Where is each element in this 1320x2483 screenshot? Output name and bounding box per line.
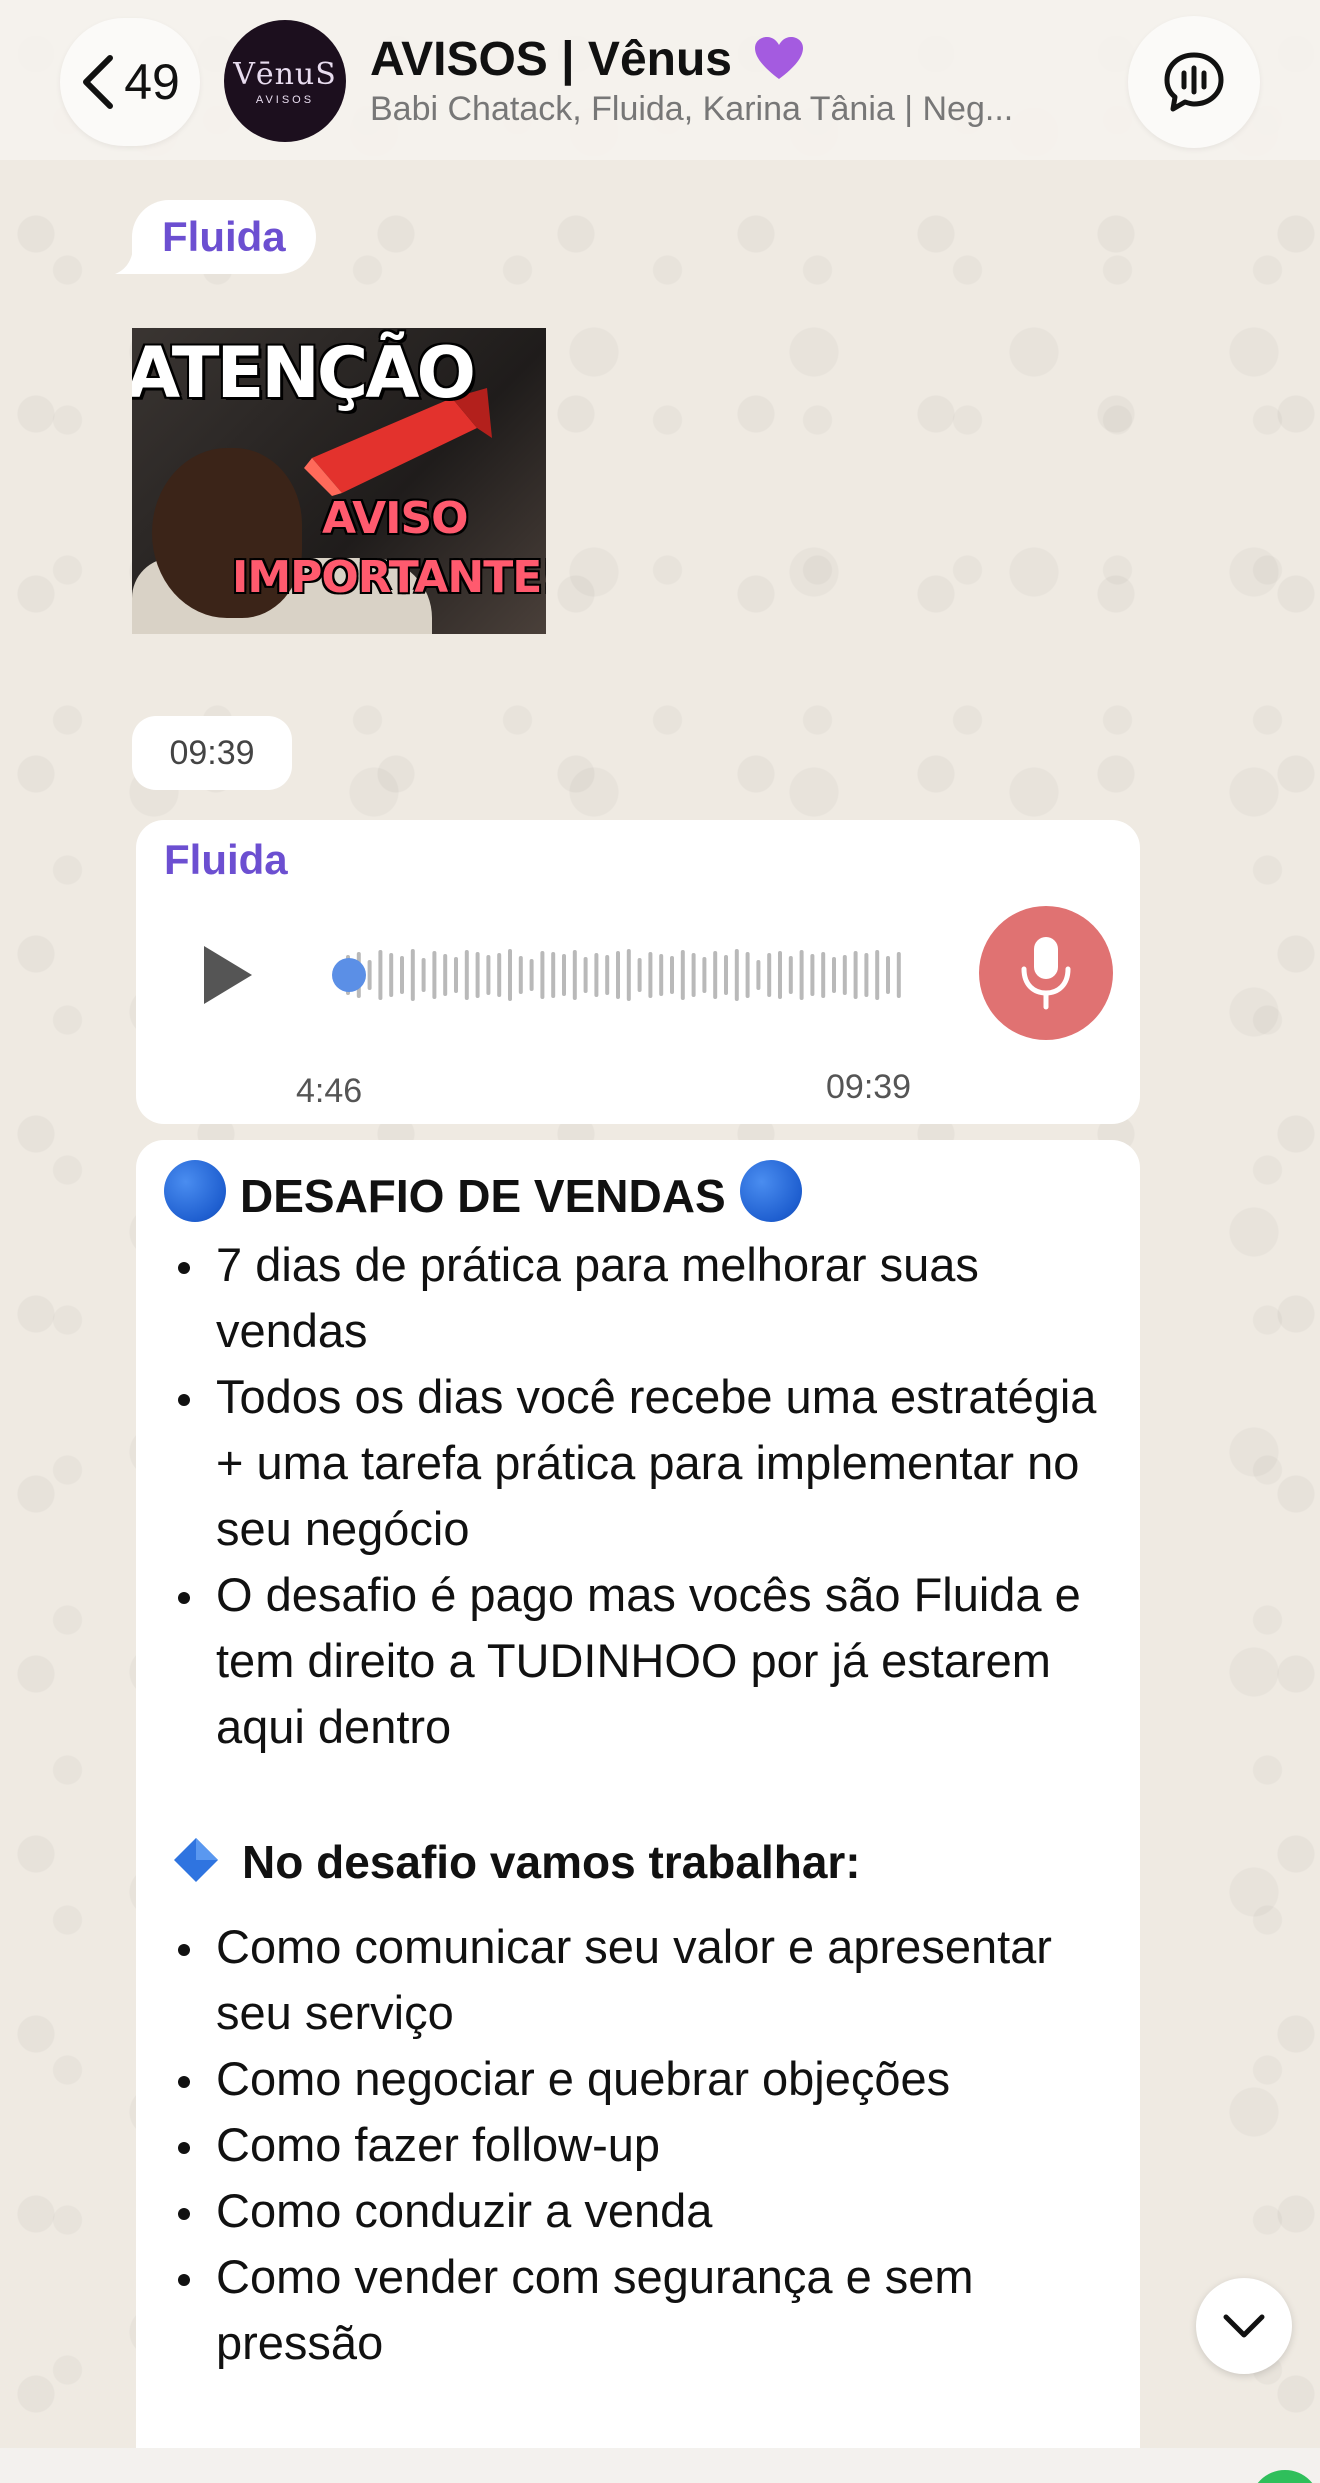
gif-caption-line2: IMPORTANTE!! [232,552,546,603]
waveform-bar [497,953,502,997]
blue-circle-icon [164,1160,226,1222]
waveform-bar [540,951,545,999]
waveform-bar [832,957,836,993]
waveform-bar [799,950,804,1000]
waveform-bar [637,958,642,992]
message-subheading-text: No desafio vamos trabalhar: [242,1836,861,1888]
back-button[interactable]: 49 [60,18,200,146]
message-subheading: No desafio vamos trabalhar: [172,1835,861,1889]
waveform-bar [788,956,793,994]
waveform-bar [745,952,750,998]
waveform-bar [778,951,782,999]
list-item: O desafio é pago mas vocês são Fluida e … [164,1562,1114,1760]
waveform-bar [400,956,404,994]
waveform-bar [896,952,901,998]
message-timestamp: 09:39 [132,716,292,790]
play-icon[interactable] [196,942,256,1008]
group-title[interactable]: AVISOS | Vênus [370,32,805,87]
waveform-bar [486,955,491,995]
sender-name[interactable]: Fluida [164,836,288,884]
waveform-bar [421,958,426,992]
waveform-bar [670,956,674,994]
waveform-bar [378,950,383,1000]
purple-heart-icon [755,37,804,79]
gif-caption-top: ATENÇÃO [132,332,476,414]
waveform-bar [691,953,696,997]
waveform-bar [508,949,512,1001]
group-title-text: AVISOS | Vênus [370,33,732,86]
audio-waves-speech-icon [1164,52,1224,112]
waveform-bar [767,953,772,997]
waveform-bar [886,956,890,994]
unread-count: 49 [124,54,180,110]
waveform-bar [734,949,739,1001]
avatar-logo-text: VēnuS [233,56,337,92]
chevron-down-icon [1223,2314,1265,2338]
list-item: Como negociar e quebrar objeções [164,2046,1114,2112]
waveform-bar [616,951,620,999]
waveform-bar [875,950,880,1000]
waveform-bar [454,957,458,993]
playback-progress-knob[interactable] [332,958,366,992]
waveform-bar [605,955,610,995]
message-timestamp: 09:39 [826,1068,912,1106]
waveform-bar [551,952,556,998]
waveform-bar [475,952,480,998]
microphone-icon [1021,937,1071,1010]
waveform-bar [389,953,394,997]
message-heading-text: DESAFIO DE VENDAS [240,1170,726,1222]
waveform-bar [529,959,534,991]
waveform-bar [410,949,415,1001]
message-heading: DESAFIO DE VENDAS [164,1160,802,1223]
voice-chat-button[interactable] [1128,16,1260,148]
waveform-bar [518,956,523,994]
group-avatar[interactable]: VēnuS AVISOS [224,20,346,142]
waveform-bar [842,955,847,995]
waveform-bar [443,954,448,996]
gif-caption-line1: AVISO [322,493,469,544]
waveform-bar [367,960,372,990]
waveform-bar [756,960,761,990]
waveform-bar [680,950,685,1000]
waveform-bar [572,950,577,1000]
waveform-bar [659,954,664,996]
list-item: Todos os dias você recebe uma estratégia… [164,1364,1114,1562]
waveform-bar [702,957,707,993]
list-item: 7 dias de prática para melhorar suas ven… [164,1232,1114,1364]
waveform-bar [724,955,728,995]
list-item: Como conduzir a venda [164,2178,1114,2244]
input-bar [0,2448,1320,2483]
waveform-bar [594,953,599,997]
gif-image[interactable]: ATENÇÃO AVISO IMPORTANTE!! [132,328,546,634]
text-message-bubble: DESAFIO DE VENDAS 7 dias de prática para… [136,1140,1140,2483]
waveform-bar [432,951,437,999]
chat-header: 49 VēnuS AVISOS AVISOS | Vênus Babi Chat… [0,0,1320,160]
audio-message-bubble: Fluida 4:46 09:39 [136,820,1140,1124]
waveform-bar [562,954,566,996]
list-item: Como fazer follow-up [164,2112,1114,2178]
waveform-bar [626,949,631,1001]
waveform-bar [864,953,869,997]
waveform-bar [821,952,826,998]
benefits-list: 7 dias de prática para melhorar suas ven… [164,1232,1114,1760]
list-item: Como vender com segurança e sem pressão [164,2244,1114,2376]
topics-list: Como comunicar seu valor e apresentar se… [164,1914,1114,2376]
waveform-bar [853,951,858,999]
waveform-bar [713,951,718,999]
microphone-button[interactable] [979,906,1113,1040]
group-members[interactable]: Babi Chatack, Fluida, Karina Tânia | Neg… [370,90,1013,129]
sender-name[interactable]: Fluida [132,200,316,274]
waveform-bar [583,957,588,993]
audio-waveform[interactable] [296,940,916,1010]
blue-diamond-icon [174,1838,218,1882]
blue-circle-icon [739,1160,802,1222]
chevron-left-icon [83,55,114,109]
list-item: Como comunicar seu valor e apresentar se… [164,1914,1114,2046]
avatar-logo-subtext: AVISOS [255,93,315,106]
scroll-to-bottom-button[interactable] [1196,2278,1292,2374]
waveform-bar [648,952,653,998]
audio-duration: 4:46 [296,1072,363,1110]
waveform-bar [810,954,815,996]
waveform-bar [464,950,469,1000]
